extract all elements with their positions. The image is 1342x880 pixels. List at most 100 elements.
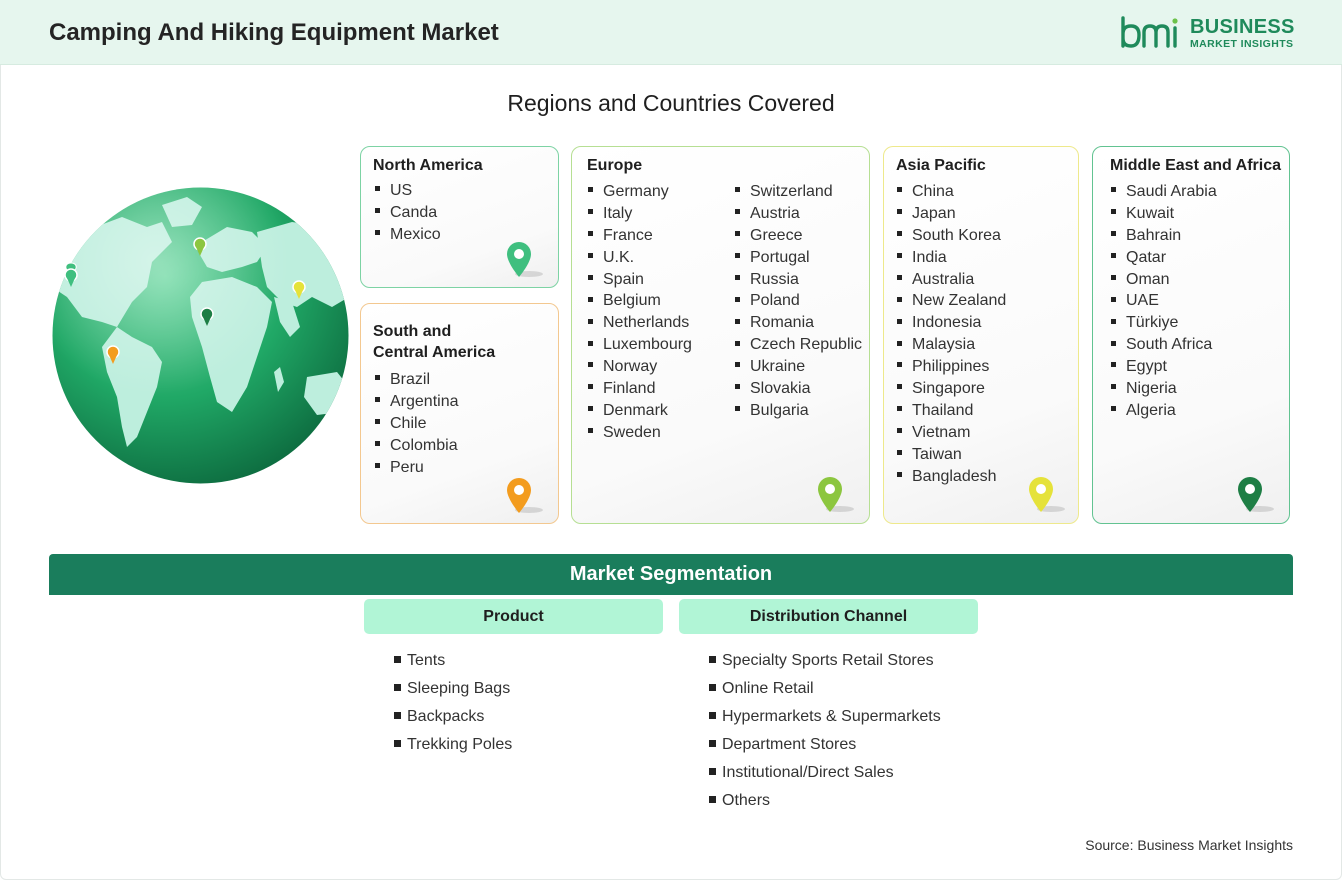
country-list-europe-col2: Switzerland Austria Greece Portugal Russ… bbox=[735, 181, 862, 422]
region-card-south-central-america: South and Central America Brazil Argenti… bbox=[360, 303, 559, 524]
list-item: Ukraine bbox=[735, 356, 862, 378]
map-pin-icon bbox=[818, 477, 854, 512]
country-list-south-central-america: Brazil Argentina Chile Colombia Peru bbox=[375, 369, 459, 478]
list-item: Romania bbox=[735, 312, 862, 334]
region-card-asia-pacific: Asia Pacific China Japan South Korea Ind… bbox=[883, 146, 1079, 524]
market-segmentation-bar: Market Segmentation bbox=[49, 554, 1293, 595]
list-item: South Korea bbox=[897, 225, 1006, 247]
list-item: Bahrain bbox=[1111, 225, 1217, 247]
list-item: South Africa bbox=[1111, 334, 1217, 356]
list-item: Spain bbox=[588, 269, 692, 291]
list-item: Sleeping Bags bbox=[394, 675, 512, 703]
header-bar: Camping And Hiking Equipment Market BUSI… bbox=[0, 0, 1342, 65]
list-item: Kuwait bbox=[1111, 203, 1217, 225]
page-title: Camping And Hiking Equipment Market bbox=[49, 19, 499, 46]
region-title-line: South and bbox=[373, 323, 452, 340]
list-item: Hypermarkets & Supermarkets bbox=[709, 703, 941, 731]
list-item: Taiwan bbox=[897, 444, 1006, 466]
list-item: Türkiye bbox=[1111, 312, 1217, 334]
segment-header-product: Product bbox=[364, 599, 663, 634]
list-item: Oman bbox=[1111, 269, 1217, 291]
list-item: Portugal bbox=[735, 247, 862, 269]
list-item: UAE bbox=[1111, 290, 1217, 312]
list-item: Argentina bbox=[375, 391, 459, 413]
list-item: India bbox=[897, 247, 1006, 269]
country-list-asia-pacific: China Japan South Korea India Australia … bbox=[897, 181, 1006, 487]
region-card-middle-east-africa: Middle East and Africa Saudi Arabia Kuwa… bbox=[1092, 146, 1290, 524]
list-item: China bbox=[897, 181, 1006, 203]
list-item: Luxembourg bbox=[588, 334, 692, 356]
list-item: Philippines bbox=[897, 356, 1006, 378]
list-item: Others bbox=[709, 787, 941, 815]
list-item: Trekking Poles bbox=[394, 731, 512, 759]
list-item: Institutional/Direct Sales bbox=[709, 759, 941, 787]
map-pin-icon bbox=[1029, 477, 1065, 512]
region-card-europe: Europe Germany Italy France U.K. Spain B… bbox=[571, 146, 870, 524]
list-item: Czech Republic bbox=[735, 334, 862, 356]
list-item: Japan bbox=[897, 203, 1006, 225]
list-item: US bbox=[375, 180, 441, 202]
list-item: Backpacks bbox=[394, 703, 512, 731]
country-list-north-america: US Canda Mexico bbox=[375, 180, 441, 246]
list-item: Poland bbox=[735, 290, 862, 312]
list-item: Colombia bbox=[375, 435, 459, 457]
region-title-line: Central America bbox=[373, 344, 496, 361]
list-item: Nigeria bbox=[1111, 378, 1217, 400]
map-pin-icon bbox=[507, 478, 543, 513]
logo-word-market-insights: MARKET INSIGHTS bbox=[1190, 38, 1294, 50]
list-item: Russia bbox=[735, 269, 862, 291]
list-item: Canda bbox=[375, 202, 441, 224]
map-pin-icon bbox=[1238, 477, 1274, 512]
segment-list-product: Tents Sleeping Bags Backpacks Trekking P… bbox=[394, 647, 512, 759]
list-item: Vietnam bbox=[897, 422, 1006, 444]
list-item: Singapore bbox=[897, 378, 1006, 400]
list-item: Brazil bbox=[375, 369, 459, 391]
globe-illustration bbox=[52, 187, 349, 484]
list-item: Norway bbox=[588, 356, 692, 378]
list-item: Sweden bbox=[588, 422, 692, 444]
list-item: Online Retail bbox=[709, 675, 941, 703]
region-title-asia-pacific: Asia Pacific bbox=[896, 157, 986, 174]
regions-section-title: Regions and Countries Covered bbox=[507, 90, 835, 116]
region-card-north-america: North America US Canda Mexico bbox=[360, 146, 559, 288]
map-pin-icon bbox=[507, 242, 543, 277]
segment-list-distribution-channel: Specialty Sports Retail Stores Online Re… bbox=[709, 647, 941, 815]
list-item: Algeria bbox=[1111, 400, 1217, 422]
list-item: Switzerland bbox=[735, 181, 862, 203]
region-title-europe: Europe bbox=[587, 157, 643, 174]
list-item: Austria bbox=[735, 203, 862, 225]
list-item: Egypt bbox=[1111, 356, 1217, 378]
list-item: Australia bbox=[897, 269, 1006, 291]
country-list-middle-east-africa: Saudi Arabia Kuwait Bahrain Qatar Oman U… bbox=[1111, 181, 1217, 422]
list-item: Belgium bbox=[588, 290, 692, 312]
logo-word-business: BUSINESS bbox=[1190, 16, 1295, 38]
globe-icon bbox=[52, 187, 349, 484]
list-item: Saudi Arabia bbox=[1111, 181, 1217, 203]
list-item: New Zealand bbox=[897, 290, 1006, 312]
list-item: Slovakia bbox=[735, 378, 862, 400]
company-logo: BUSINESS MARKET INSIGHTS bbox=[1120, 14, 1295, 54]
list-item: Bulgaria bbox=[735, 400, 862, 422]
list-item: U.K. bbox=[588, 247, 692, 269]
region-title-south-central-america: South and Central America bbox=[373, 321, 495, 363]
list-item: France bbox=[588, 225, 692, 247]
list-item: Chile bbox=[375, 413, 459, 435]
list-item: Specialty Sports Retail Stores bbox=[709, 647, 941, 675]
list-item: Netherlands bbox=[588, 312, 692, 334]
list-item: Italy bbox=[588, 203, 692, 225]
country-list-europe-col1: Germany Italy France U.K. Spain Belgium … bbox=[588, 181, 692, 444]
list-item: Thailand bbox=[897, 400, 1006, 422]
list-item: Peru bbox=[375, 457, 459, 479]
list-item: Germany bbox=[588, 181, 692, 203]
segment-header-distribution-channel: Distribution Channel bbox=[679, 599, 978, 634]
list-item: Mexico bbox=[375, 224, 441, 246]
region-title-middle-east-africa: Middle East and Africa bbox=[1110, 157, 1281, 174]
list-item: Indonesia bbox=[897, 312, 1006, 334]
list-item: Greece bbox=[735, 225, 862, 247]
list-item: Malaysia bbox=[897, 334, 1006, 356]
list-item: Tents bbox=[394, 647, 512, 675]
list-item: Denmark bbox=[588, 400, 692, 422]
list-item: Bangladesh bbox=[897, 466, 1006, 488]
list-item: Finland bbox=[588, 378, 692, 400]
source-note: Source: Business Market Insights bbox=[1085, 837, 1293, 853]
